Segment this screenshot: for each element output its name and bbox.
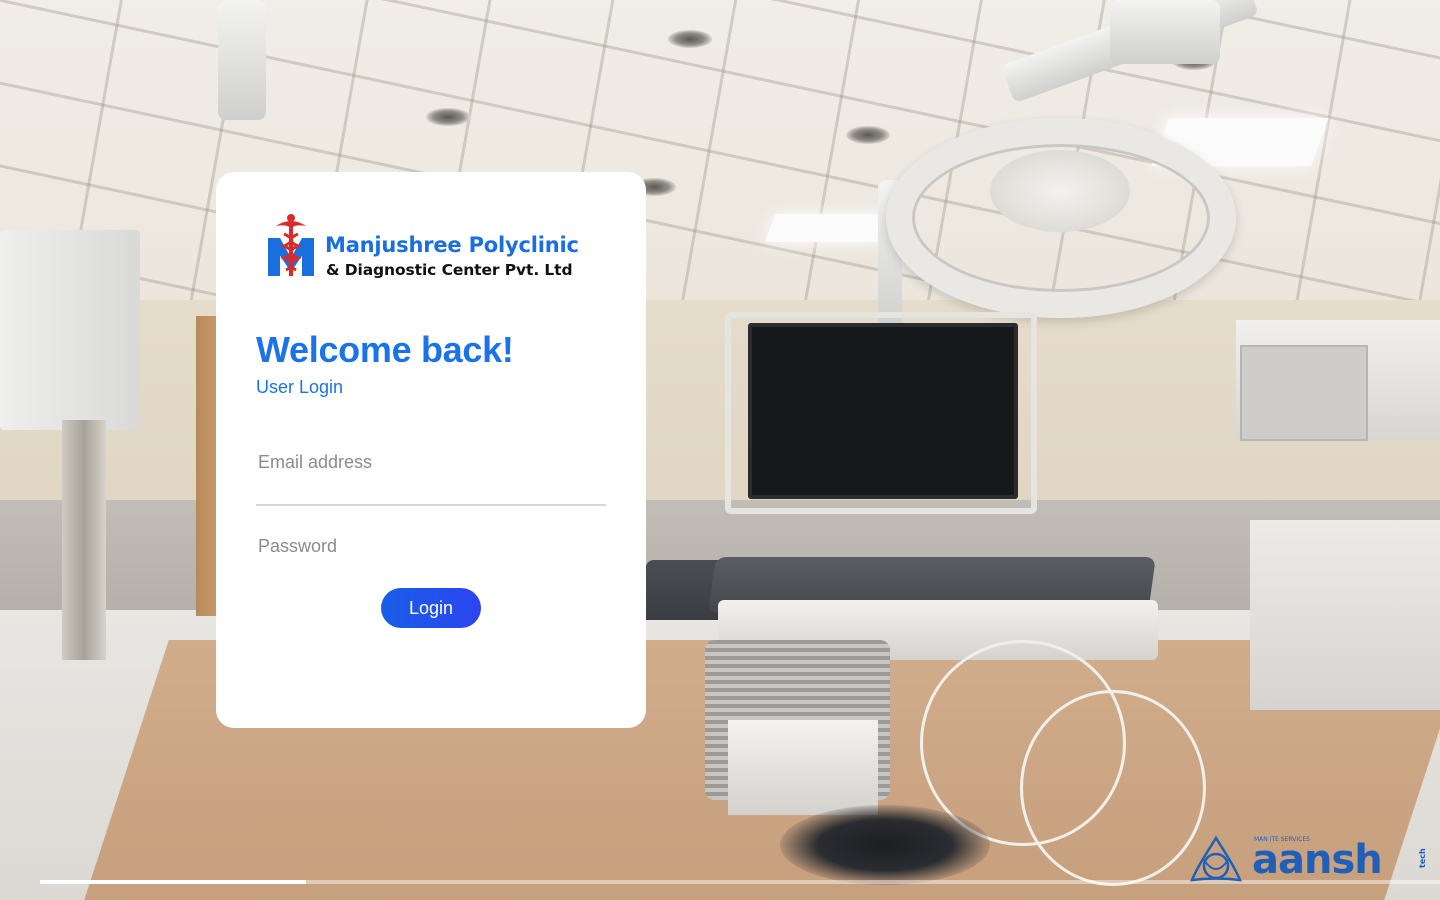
cable-bundle bbox=[780, 805, 990, 885]
ceiling-arm bbox=[1110, 0, 1220, 64]
equipment-column bbox=[0, 230, 140, 430]
logo-subtitle: & Diagnostic Center Pvt. Ltd bbox=[326, 261, 573, 279]
surgical-light-core bbox=[990, 150, 1130, 232]
clinic-logo: Manjushree Polyclinic & Diagnostic Cente… bbox=[266, 212, 596, 282]
cable-loop bbox=[1020, 690, 1206, 886]
equipment-cart-shelf bbox=[1250, 520, 1440, 710]
brand-name: aansh bbox=[1252, 837, 1383, 883]
equipment-pole bbox=[62, 420, 106, 660]
triquetra-logo-icon bbox=[1189, 835, 1243, 882]
ceiling-arm bbox=[218, 0, 266, 120]
login-card: Manjushree Polyclinic & Diagnostic Cente… bbox=[216, 172, 646, 728]
ceiling-downlight bbox=[846, 126, 890, 144]
welcome-heading: Welcome back! bbox=[256, 329, 514, 370]
ceiling-downlight bbox=[668, 30, 712, 48]
caduceus-icon bbox=[268, 214, 314, 276]
login-button[interactable]: Login bbox=[381, 588, 481, 628]
ceiling-light-panel bbox=[764, 214, 896, 242]
email-field[interactable] bbox=[256, 448, 606, 476]
email-field-underline bbox=[256, 504, 606, 506]
brand-logo: MAN ITE SERVICES aansh tech bbox=[1188, 832, 1428, 888]
equipment-cart-panel bbox=[1240, 345, 1368, 441]
ceiling-downlight bbox=[426, 108, 470, 126]
slideshow-progress-fill bbox=[40, 880, 306, 884]
login-subtitle: User Login bbox=[256, 377, 344, 397]
monitor-screen bbox=[748, 323, 1018, 499]
brand-suffix: tech bbox=[1418, 848, 1427, 868]
operating-table-foot bbox=[728, 720, 878, 815]
password-field[interactable] bbox=[256, 532, 606, 560]
logo-title: Manjushree Polyclinic bbox=[325, 233, 579, 257]
